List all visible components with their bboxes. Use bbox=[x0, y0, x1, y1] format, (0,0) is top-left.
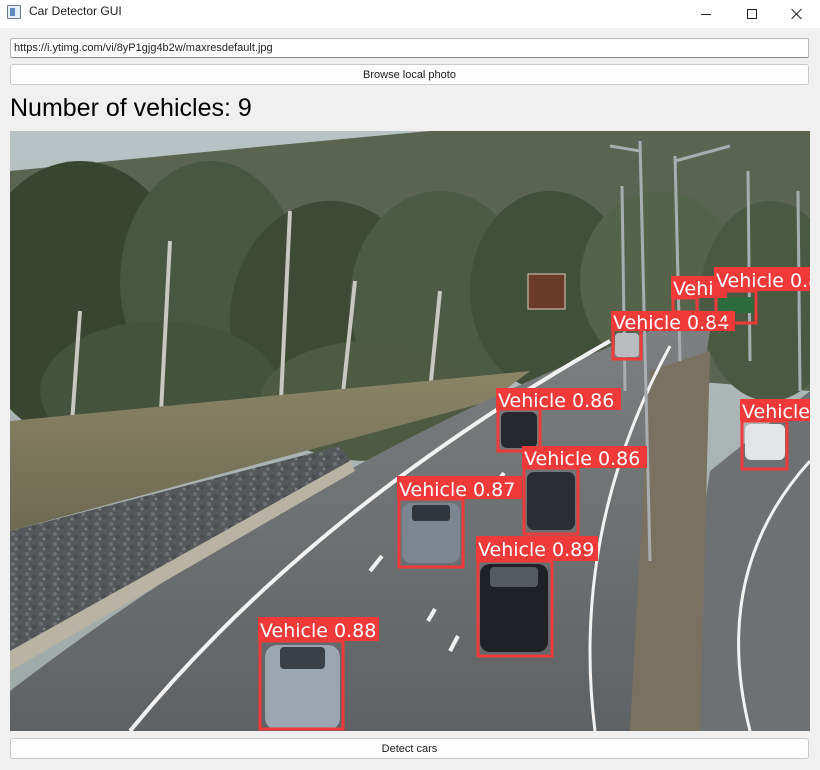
url-input[interactable] bbox=[10, 38, 809, 58]
vehicle-count-label: Number of vehicles: 9 bbox=[10, 94, 252, 122]
close-button[interactable] bbox=[774, 0, 820, 28]
app-window-icon bbox=[7, 5, 21, 19]
road-sign bbox=[527, 273, 566, 310]
detection-label: Vehicle 0.88 bbox=[260, 620, 376, 642]
browse-local-photo-button[interactable]: Browse local photo bbox=[10, 64, 809, 85]
title-bar: Car Detector GUI bbox=[0, 0, 820, 28]
detection-label: Vehicle 0.8 bbox=[716, 270, 810, 292]
minimize-icon bbox=[701, 13, 711, 15]
window-title: Car Detector GUI bbox=[29, 4, 122, 18]
detection-label: Vehicle 0.86 bbox=[498, 390, 614, 412]
maximize-button[interactable] bbox=[729, 0, 775, 28]
green-sign bbox=[718, 297, 758, 313]
minimize-button[interactable] bbox=[683, 0, 729, 28]
maximize-icon bbox=[747, 9, 757, 19]
detection-label: Vehicle 0.89 bbox=[478, 539, 594, 561]
detection-label: Vehicle bbox=[742, 401, 810, 423]
detection-result-image: Vehicle 0.88 Vehicle 0.89 Vehicle 0.87 V… bbox=[10, 131, 810, 731]
detection-label: Vehicle 0.84 bbox=[613, 312, 729, 334]
detection-label: Vehi bbox=[673, 278, 714, 300]
detection-label: Vehicle 0.87 bbox=[399, 479, 515, 501]
close-icon bbox=[791, 8, 803, 20]
detection-label: Vehicle 0.86 bbox=[524, 448, 640, 470]
detect-cars-button[interactable]: Detect cars bbox=[10, 738, 809, 759]
